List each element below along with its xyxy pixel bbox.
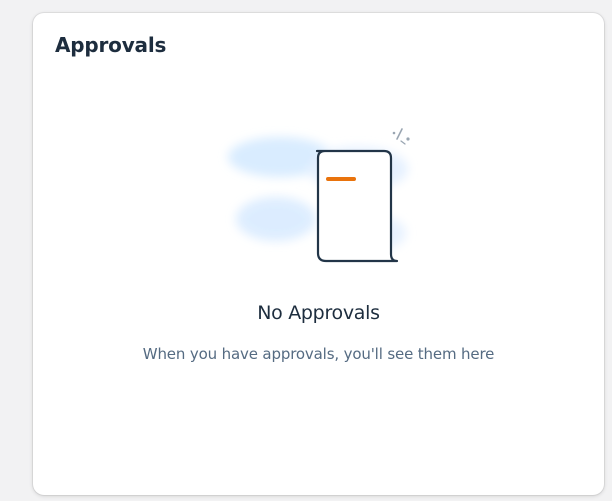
empty-document-icon <box>228 128 410 263</box>
approvals-card: Approvals No Approvals When you have app… <box>33 13 604 495</box>
empty-state-subtitle: When you have approvals, you'll see them… <box>142 345 495 363</box>
empty-state-illustration <box>208 121 418 281</box>
card-title: Approvals <box>55 33 167 57</box>
empty-state-title: No Approvals <box>257 302 380 324</box>
